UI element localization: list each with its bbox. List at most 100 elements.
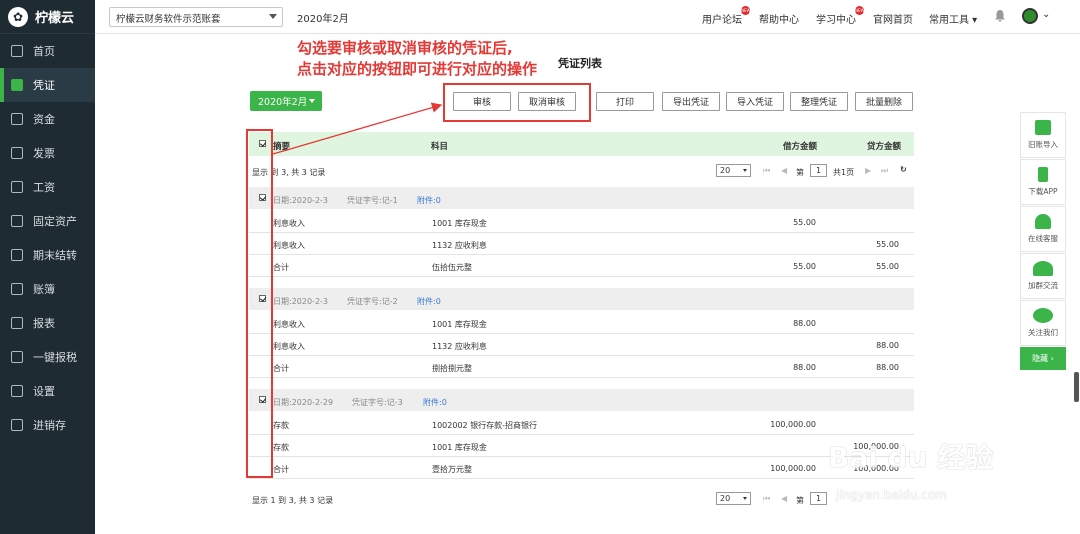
table-row[interactable]: 存款 1002002 银行存款-招商银行 100,000.00 [249,413,914,435]
page-size-select[interactable]: 20 [716,492,751,505]
old-account-import-button[interactable]: 旧账导入 [1020,112,1066,158]
sidebar-item-1[interactable]: 凭证 [0,68,95,102]
table-row[interactable]: 利息收入 1001 库存现金 88.00 [249,312,914,334]
inventory-icon [11,419,23,431]
summary-cell: 合计 [273,465,289,474]
voucher-number[interactable]: 凭证字号:记-1 [347,195,398,206]
link-learning[interactable]: 学习中心 NEW [816,6,864,26]
sidebar-item-11[interactable]: 进销存 [0,408,95,442]
first-page-icon[interactable]: ⏮ [763,166,770,176]
hide-panel-button[interactable]: 隐藏 › [1020,347,1066,370]
phone-icon [1038,167,1048,182]
table-row[interactable]: 合计 伍拾伍元整 55.00 55.00 [249,255,914,277]
prev-page-icon[interactable]: ◀ [781,166,787,175]
batch-delete-button[interactable]: 批量删除 [855,92,913,111]
sidebar-item-label: 设置 [33,385,55,398]
chevron-down-icon[interactable]: ⌄ [1042,9,1050,20]
first-page-icon[interactable]: ⏮ [763,494,770,504]
voucher-group-header: 日期:2020-2-3 凭证字号:记-2 附件:0 [249,288,914,310]
ledger-icon [11,283,23,295]
group-icon [1033,261,1053,276]
tax-icon [11,351,23,363]
follow-us-button[interactable]: 关注我们 [1020,300,1066,346]
next-page-icon[interactable]: ▶ [865,166,871,175]
bell-icon[interactable] [994,9,1006,22]
new-badge: NEW [855,6,864,15]
voucher-date: 日期:2020-2-3 [273,297,329,306]
app-logo[interactable]: ✿ 柠檬云 [0,0,95,34]
voucher-number[interactable]: 凭证字号:记-2 [347,296,398,307]
sidebar-item-5[interactable]: 固定资产 [0,204,95,238]
sidebar-item-4[interactable]: 工资 [0,170,95,204]
header-credit: 贷方金额 [867,142,902,152]
table-row[interactable]: 合计 捌拾捌元整 88.00 88.00 [249,356,914,378]
sidebar-item-9[interactable]: 一键报税 [0,340,95,374]
voucher-attachments[interactable]: 附件:0 [417,195,441,206]
subject-cell: 1001 库存现金 [432,320,487,329]
debit-cell: 55.00 [793,218,816,227]
credit-cell: 88.00 [876,341,899,350]
sidebar-item-label: 工资 [33,181,55,194]
credit-cell: 55.00 [876,262,899,271]
page-input[interactable]: 1 [810,164,827,177]
join-group-button[interactable]: 加群交流 [1020,253,1066,299]
salary-icon [11,181,23,193]
subject-cell: 1001 库存现金 [432,443,487,452]
summary-cell: 利息收入 [273,219,305,228]
refresh-icon[interactable]: ↻ [900,165,907,174]
summary-cell: 存款 [273,421,289,430]
sidebar-item-6[interactable]: 期末结转 [0,238,95,272]
summary-cell: 利息收入 [273,241,305,250]
sidebar-item-8[interactable]: 报表 [0,306,95,340]
print-button[interactable]: 打印 [596,92,654,111]
sidebar-item-label: 首页 [33,45,55,58]
link-official-site[interactable]: 官网首页 [873,11,913,26]
online-service-button[interactable]: 在线客服 [1020,206,1066,252]
account-select[interactable]: 柠檬云财务软件示范账套 [109,7,283,27]
annotation-line-1: 勾选要审核或取消审核的凭证后, [297,39,513,57]
organize-voucher-button[interactable]: 整理凭证 [790,92,848,111]
import-voucher-button[interactable]: 导入凭证 [726,92,784,111]
sidebar-item-3[interactable]: 发票 [0,136,95,170]
last-page-icon[interactable]: ⏭ [881,166,888,176]
prev-page-icon[interactable]: ◀ [781,494,787,503]
page-input[interactable]: 1 [810,492,827,505]
transfer-icon [11,249,23,261]
page-size-select[interactable]: 20 [716,164,751,177]
sidebar-item-label: 发票 [33,147,55,160]
download-icon [1035,120,1051,135]
sidebar: ✿ 柠檬云 首页凭证 资金发票工资固定资产 期末结转 账簿 报表一键报税设置进销存 [0,0,95,534]
subject-cell: 壹拾万元整 [432,465,472,474]
table-row[interactable]: 利息收入 1132 应收利息 55.00 [249,233,914,255]
table-row[interactable]: 利息收入 1001 库存现金 55.00 [249,211,914,233]
link-help[interactable]: 帮助中心 [759,11,799,26]
sidebar-item-7[interactable]: 账簿 [0,272,95,306]
debit-cell: 88.00 [793,319,816,328]
sidebar-item-2[interactable]: 资金 [0,102,95,136]
table-row[interactable]: 合计 壹拾万元整 100,000.00 100,000.00 [249,457,914,479]
tools-menu[interactable]: 常用工具 ▾ [929,11,977,26]
export-voucher-button[interactable]: 导出凭证 [662,92,720,111]
sidebar-item-0[interactable]: 首页 [0,34,95,68]
voucher-attachments[interactable]: 附件:0 [417,296,441,307]
subject-cell: 1001 库存现金 [432,219,487,228]
scrollbar[interactable] [1074,372,1079,402]
voucher-icon [11,79,23,91]
voucher-number[interactable]: 凭证字号:记-3 [352,397,403,408]
sidebar-item-10[interactable]: 设置 [0,374,95,408]
avatar[interactable] [1022,8,1038,24]
download-app-button[interactable]: 下载APP [1020,159,1066,205]
right-panel: 旧账导入 下载APP 在线客服 加群交流 关注我们 隐藏 › [1020,112,1066,370]
summary-cell: 合计 [273,364,289,373]
table-row[interactable]: 存款 1001 库存现金 100,000.00 [249,435,914,457]
header-debit: 借方金额 [783,142,818,152]
link-forum[interactable]: 用户论坛 NEW [702,6,750,26]
user-icon [1035,214,1051,229]
sidebar-item-label: 一键报税 [33,351,77,364]
voucher-attachments[interactable]: 附件:0 [423,397,447,408]
date-select-button[interactable]: 2020年2月 [250,91,322,111]
summary-cell: 合计 [273,263,289,272]
page-title: 凭证列表 [558,57,602,70]
table-row[interactable]: 利息收入 1132 应收利息 88.00 [249,334,914,356]
debit-cell: 100,000.00 [770,464,816,473]
